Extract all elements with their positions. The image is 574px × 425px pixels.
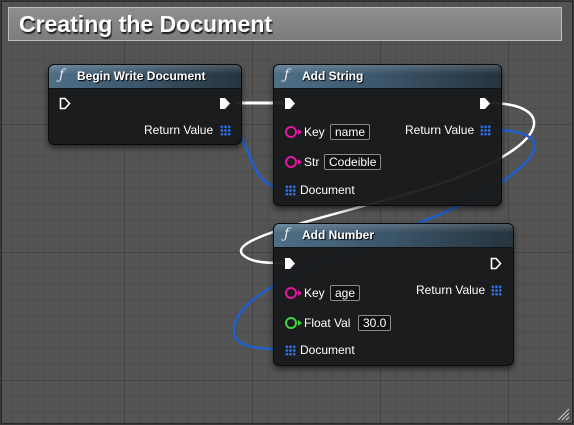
comment-title: Creating the Document (19, 11, 273, 37)
node-header[interactable]: ƒ Add String (274, 65, 501, 89)
pin-arrow-icon (298, 159, 302, 165)
pin-arrow-icon (298, 290, 302, 296)
function-icon: ƒ (59, 67, 65, 83)
exec-out-pin-icon[interactable] (219, 97, 231, 110)
exec-out-pin-icon[interactable] (479, 97, 491, 110)
node-title: Add Number (302, 228, 374, 242)
node-header[interactable]: ƒ Add Number (274, 224, 513, 248)
node-begin-write-document[interactable]: ƒ Begin Write Document Return Value (48, 64, 242, 145)
function-icon: ƒ (284, 67, 290, 83)
struct-out-pin-icon[interactable] (220, 125, 231, 136)
function-icon: ƒ (284, 226, 290, 242)
exec-in-pin-icon[interactable] (284, 257, 296, 270)
exec-in-pin-icon[interactable] (284, 97, 296, 110)
pin-arrow-icon (298, 129, 302, 135)
pin-arrow-icon (298, 320, 302, 326)
node-add-string[interactable]: ƒ Add String Key name Return Value Str C… (273, 64, 502, 206)
key-input[interactable]: age (330, 285, 361, 301)
string-pin-icon[interactable] (285, 126, 297, 138)
string-pin-icon[interactable] (285, 287, 297, 299)
return-value-label: Return Value (144, 123, 214, 137)
key-input[interactable]: name (330, 124, 371, 140)
str-input[interactable]: Codeible (324, 154, 382, 170)
struct-in-pin-icon[interactable] (285, 345, 296, 356)
exec-out-pin-icon[interactable] (490, 257, 502, 270)
struct-out-pin-icon[interactable] (480, 125, 491, 136)
node-add-number[interactable]: ƒ Add Number Key age Return Value Float … (273, 223, 514, 366)
float-val-input[interactable]: 30.0 (358, 315, 392, 331)
float-pin-icon[interactable] (285, 317, 297, 329)
node-header[interactable]: ƒ Begin Write Document (49, 65, 241, 89)
key-label: Key (304, 286, 325, 300)
str-label: Str (304, 155, 320, 169)
struct-out-pin-icon[interactable] (491, 285, 502, 296)
key-label: Key (304, 125, 325, 139)
document-label: Document (300, 183, 355, 197)
string-pin-icon[interactable] (285, 156, 297, 168)
exec-in-pin-icon[interactable] (59, 97, 71, 110)
document-label: Document (300, 343, 355, 357)
return-value-label: Return Value (416, 283, 486, 297)
resize-grip-icon[interactable] (556, 407, 570, 421)
float-val-label: Float Val (304, 316, 351, 330)
node-title: Begin Write Document (77, 69, 206, 83)
struct-in-pin-icon[interactable] (285, 185, 296, 196)
return-value-label: Return Value (405, 123, 475, 137)
node-title: Add String (302, 69, 364, 83)
comment-header[interactable]: Creating the Document (8, 7, 562, 41)
